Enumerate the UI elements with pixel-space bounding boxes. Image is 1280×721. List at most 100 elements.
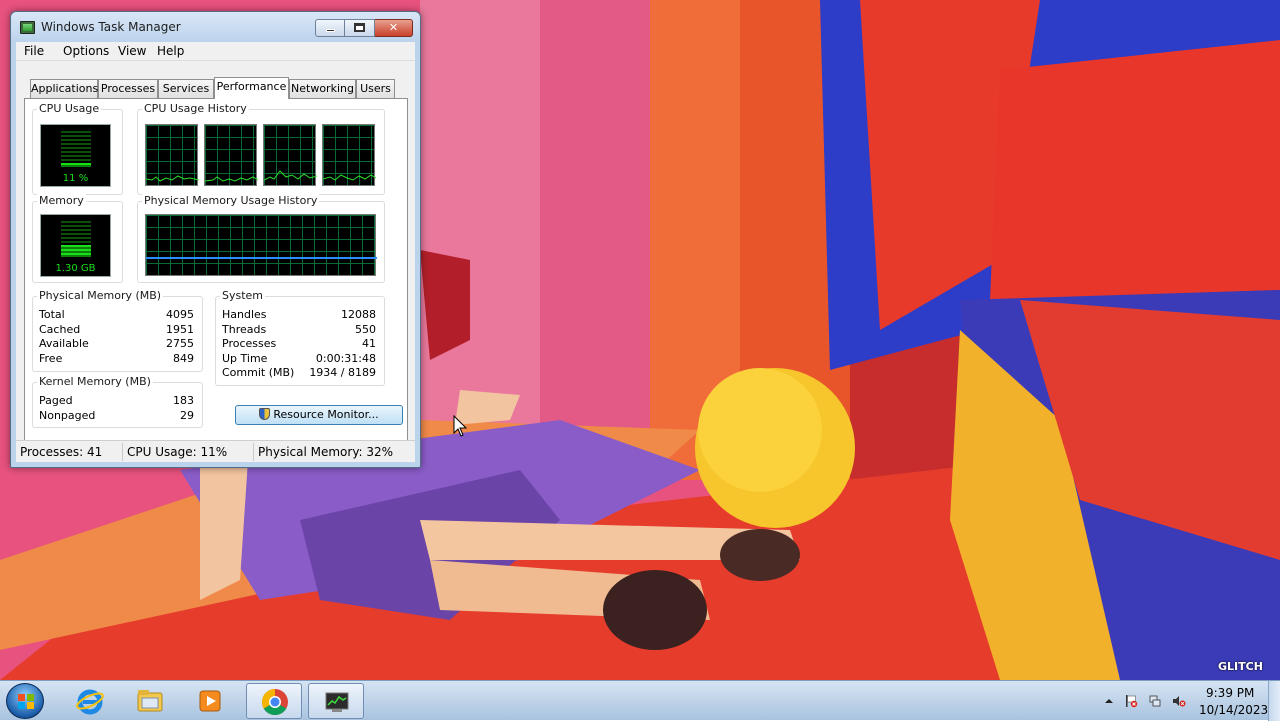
- menu-view[interactable]: View: [118, 44, 146, 58]
- stat-label: Available: [39, 337, 89, 350]
- stat-label: Handles: [222, 308, 267, 321]
- menu-help[interactable]: Help: [157, 44, 184, 58]
- stat-label: Nonpaged: [39, 409, 96, 422]
- stat-value: 550: [355, 323, 376, 336]
- cpu-history-graph-core-2: [204, 124, 258, 186]
- tab-networking[interactable]: Networking: [289, 79, 356, 98]
- stat-value: 849: [173, 352, 194, 365]
- internet-explorer-icon: [76, 689, 104, 715]
- tab-applications[interactable]: Applications: [30, 79, 98, 98]
- cpu-history-title: CPU Usage History: [142, 102, 249, 115]
- window-title: Windows Task Manager: [41, 20, 181, 34]
- memory-history-title: Physical Memory Usage History: [142, 194, 320, 207]
- memory-value: 1.30 GB: [55, 263, 96, 274]
- system-group: System Handles 12088 Threads 550 Process…: [215, 289, 385, 386]
- menu-options[interactable]: Options: [63, 44, 109, 58]
- channel-logo-watermark: GLITCH: [1218, 660, 1263, 673]
- media-player-icon: [199, 690, 221, 712]
- taskbar-internet-explorer[interactable]: [62, 683, 118, 719]
- action-center-flag-icon[interactable]: [1124, 694, 1138, 708]
- task-manager-icon: [325, 692, 349, 712]
- task-manager-app-icon: [20, 21, 35, 34]
- stat-value: 1934 / 8189: [309, 366, 376, 379]
- tab-processes[interactable]: Processes: [98, 79, 158, 98]
- stat-value: 12088: [341, 308, 376, 321]
- close-button[interactable]: ✕: [375, 19, 413, 37]
- show-hidden-icons-chevron-icon[interactable]: [1102, 694, 1116, 708]
- memory-title: Memory: [37, 194, 86, 207]
- windows-explorer-icon: [137, 690, 163, 712]
- cpu-usage-value: 11 %: [62, 173, 89, 184]
- stat-row-cached: Cached 1951: [39, 323, 194, 337]
- minimize-icon: [325, 29, 335, 32]
- stat-row-handles: Handles 12088: [222, 308, 376, 322]
- stat-value: 1951: [166, 323, 194, 336]
- volume-muted-icon[interactable]: [1172, 694, 1186, 708]
- task-manager-window: Windows Task Manager ✕ File Options View…: [10, 11, 421, 468]
- resource-monitor-button[interactable]: Resource Monitor...: [235, 405, 403, 425]
- stat-label: Paged: [39, 394, 73, 407]
- stat-row-available: Available 2755: [39, 337, 194, 351]
- status-separator: [253, 443, 254, 461]
- clock-time[interactable]: 9:39 PM: [1206, 686, 1254, 700]
- start-button[interactable]: [6, 683, 44, 719]
- cpu-history-group: CPU Usage History: [137, 102, 385, 195]
- windows-logo-icon: [18, 694, 34, 709]
- taskbar-windows-explorer[interactable]: [122, 683, 178, 719]
- title-bar[interactable]: Windows Task Manager ✕: [11, 12, 420, 42]
- system-title: System: [220, 289, 266, 302]
- status-memory: Physical Memory: 32%: [258, 445, 394, 459]
- memory-meter: 1.30 GB: [40, 214, 111, 277]
- memory-history-graph: [145, 214, 377, 276]
- chrome-icon: [261, 688, 288, 716]
- physical-memory-group: Physical Memory (MB) Total 4095 Cached 1…: [32, 289, 203, 372]
- mouse-cursor-icon: [453, 414, 468, 440]
- minimize-button[interactable]: [315, 19, 345, 37]
- tab-users[interactable]: Users: [356, 79, 395, 98]
- stat-value: 2755: [166, 337, 194, 350]
- maximize-button[interactable]: [345, 19, 375, 37]
- cpu-history-graph-core-3: [263, 124, 317, 186]
- kernel-memory-title: Kernel Memory (MB): [37, 375, 153, 388]
- cpu-usage-title: CPU Usage: [37, 102, 102, 115]
- tab-performance[interactable]: Performance: [214, 77, 289, 99]
- physical-memory-title: Physical Memory (MB): [37, 289, 164, 302]
- stat-row-commit: Commit (MB) 1934 / 8189: [222, 366, 376, 380]
- network-icon[interactable]: [1148, 694, 1162, 708]
- memory-history-group: Physical Memory Usage History: [137, 194, 385, 283]
- show-desktop-button[interactable]: [1268, 681, 1280, 721]
- cpu-meter-bars: [61, 131, 91, 167]
- clock-date[interactable]: 10/14/2023: [1199, 703, 1268, 717]
- taskbar-chrome[interactable]: [246, 683, 302, 719]
- kernel-memory-group: Kernel Memory (MB) Paged 183 Nonpaged 29: [32, 375, 203, 428]
- taskbar-task-manager[interactable]: [308, 683, 364, 719]
- stat-value: 4095: [166, 308, 194, 321]
- cpu-history-graph-core-4: [322, 124, 376, 186]
- menu-file[interactable]: File: [24, 44, 44, 58]
- stat-label: Cached: [39, 323, 81, 336]
- taskbar-media-player[interactable]: [182, 683, 238, 719]
- stat-label: Free: [39, 352, 63, 365]
- memory-meter-fill: [61, 245, 91, 257]
- performance-panel: CPU Usage 11 % CPU Usage History Memory …: [24, 98, 408, 444]
- resource-monitor-label: Resource Monitor...: [273, 408, 379, 421]
- stat-value: 183: [173, 394, 194, 407]
- stat-value: 0:00:31:48: [315, 352, 376, 365]
- cpu-usage-meter: 11 %: [40, 124, 111, 187]
- menu-bar: File Options View Help: [16, 42, 415, 61]
- cpu-meter-fill: [61, 163, 91, 167]
- stat-row-processes: Processes 41: [222, 337, 376, 351]
- stat-row-paged: Paged 183: [39, 394, 194, 408]
- taskbar: 9:39 PM 10/14/2023: [0, 680, 1280, 721]
- status-processes: Processes: 41: [20, 445, 103, 459]
- memory-group: Memory 1.30 GB: [32, 194, 123, 283]
- stat-value: 41: [362, 337, 376, 350]
- cpu-usage-group: CPU Usage 11 %: [32, 102, 123, 195]
- status-separator: [122, 443, 123, 461]
- stat-value: 29: [180, 409, 194, 422]
- stat-row-nonpaged: Nonpaged 29: [39, 409, 194, 423]
- stat-label: Total: [39, 308, 65, 321]
- window-body: Applications Processes Services Performa…: [16, 61, 415, 449]
- stat-row-threads: Threads 550: [222, 323, 376, 337]
- tab-services[interactable]: Services: [158, 79, 214, 98]
